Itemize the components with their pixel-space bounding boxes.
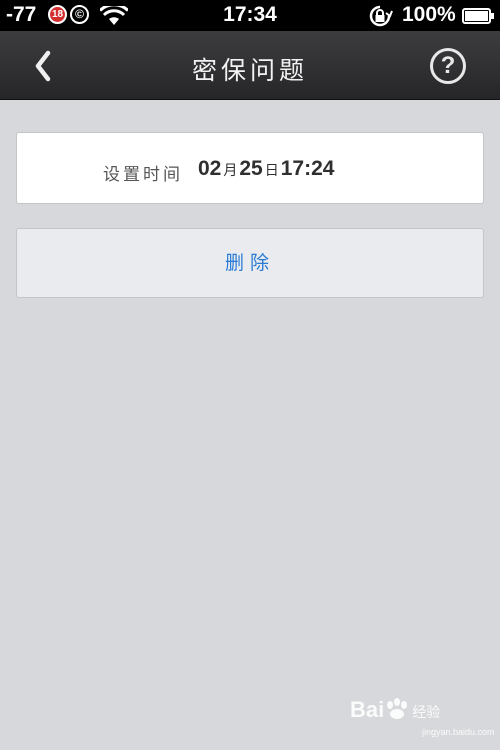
month-unit: 月 <box>223 162 238 178</box>
status-bar: -77 18 © 17:34 100% <box>0 0 500 31</box>
watermark-brand-right: 经验 <box>412 704 441 720</box>
navigation-bar: 密保问题 ? <box>0 31 500 100</box>
setting-time-card: 设置时间 02 月25 日17:24 <box>16 132 484 204</box>
setting-time-label: 设置时间 <box>103 165 183 185</box>
watermark-brand-left: Bai <box>350 697 385 722</box>
day-unit: 日 <box>264 162 279 178</box>
day-value: 25 <box>239 157 263 180</box>
clock-value: 17:24 <box>280 157 335 180</box>
watermark-url: jingyan.baidu.com <box>422 727 495 737</box>
battery-icon <box>462 8 494 24</box>
setting-time-value: 02 月25 日17:24 <box>198 157 334 181</box>
help-button[interactable]: ? <box>430 48 466 84</box>
rotation-lock-icon <box>369 5 393 27</box>
battery-percentage: 100% <box>402 3 456 26</box>
page-title: 密保问题 <box>191 56 308 85</box>
delete-button[interactable]: 删除 <box>16 228 484 298</box>
baidu-jingyan-watermark: Bai 经验 <box>350 697 440 723</box>
month-value: 02 <box>198 157 222 180</box>
paw-logo-icon <box>387 698 408 719</box>
